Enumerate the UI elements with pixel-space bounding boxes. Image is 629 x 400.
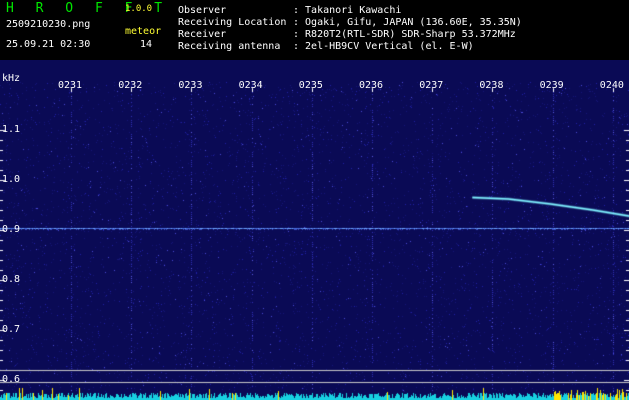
time-tick-label: 0234: [238, 80, 263, 91]
app-version: 1.0.0: [125, 4, 153, 14]
time-tick-label: 0235: [298, 80, 323, 91]
file-name: 2509210230.png: [6, 19, 91, 30]
time-tick-label: 0240: [599, 80, 624, 91]
date-time: 25.09.21 02:30: [6, 39, 91, 50]
y-unit-label: kHz: [2, 73, 21, 84]
y-tick-label: 1.0: [2, 174, 21, 185]
time-tick-label: 0238: [479, 80, 504, 91]
y-tick-label: 0.7: [2, 324, 21, 335]
time-tick-label: 0239: [539, 80, 564, 91]
time-tick-label: 0232: [118, 80, 143, 91]
time-tick-label: 0237: [419, 80, 444, 91]
info-key: Receiving Location: [178, 17, 287, 28]
y-tick-label: 1.1: [2, 124, 21, 135]
info-row-observer: Observer : Takanori Kawachi: [178, 5, 522, 17]
info-value: : R820T2(RTL-SDR) SDR-Sharp 53.372MHz: [293, 29, 516, 40]
info-value: : 2el-HB9CV Vertical (el. E-W): [293, 41, 474, 52]
spectrogram-canvas: [0, 60, 629, 400]
time-tick-label: 0233: [178, 80, 203, 91]
station-info: Observer : Takanori Kawachi Receiving Loc…: [178, 5, 522, 53]
time-tick-label: 0236: [359, 80, 384, 91]
info-row-antenna: Receiving antenna : 2el-HB9CV Vertical (e…: [178, 41, 522, 53]
y-tick-label: 0.9: [2, 224, 21, 235]
info-value: : Ogaki, Gifu, JAPAN (136.60E, 35.35N): [293, 17, 522, 28]
info-row-receiver: Receiver : R820T2(RTL-SDR) SDR-Sharp 53.3…: [178, 29, 522, 41]
meteor-count: 14: [140, 39, 153, 50]
time-tick-label: 0231: [58, 80, 83, 91]
y-tick-label: 0.8: [2, 274, 21, 285]
info-value: : Takanori Kawachi: [293, 5, 402, 16]
y-tick-label: 0.6: [2, 374, 21, 385]
info-row-location: Receiving Location : Ogaki, Gifu, JAPAN (…: [178, 17, 522, 29]
info-key: Observer: [178, 5, 227, 16]
info-key: Receiver: [178, 29, 227, 40]
meteor-label: meteor: [125, 26, 162, 37]
info-key: Receiving antenna: [178, 41, 281, 52]
